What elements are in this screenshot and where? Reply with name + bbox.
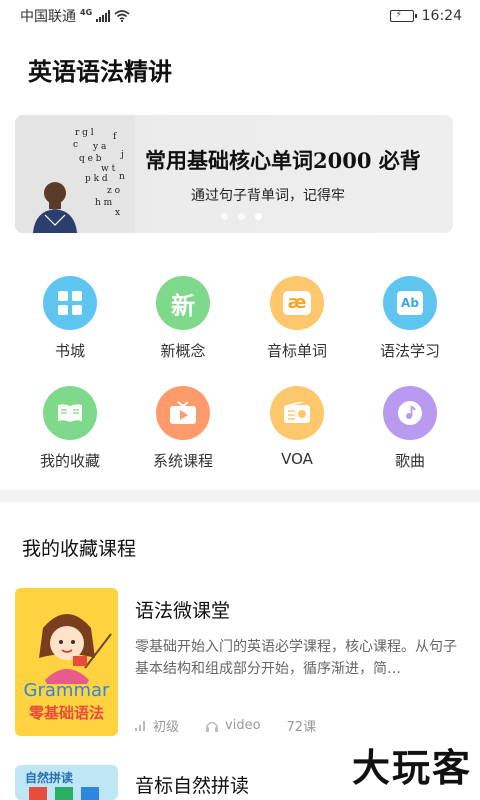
course-cover: 自然拼读 — [15, 765, 118, 800]
svg-text:c: c — [73, 140, 78, 150]
clock: 16:24 — [421, 8, 462, 24]
grid-item-bookstore[interactable]: 书城 — [25, 276, 115, 361]
battery-icon: ⚡ — [389, 10, 417, 22]
ab-book-icon: Ab — [383, 276, 437, 330]
grid-item-grammar[interactable]: Ab 语法学习 — [365, 276, 455, 361]
grid-item-songs[interactable]: 歌曲 — [365, 386, 455, 471]
course-cover: Grammar 零基础语法 — [15, 588, 118, 736]
status-right: ⚡ 16:24 — [389, 8, 462, 24]
section-title: 我的收藏课程 — [22, 538, 137, 560]
xin-icon: 新 — [156, 276, 210, 330]
course-level: 初级 — [153, 720, 180, 735]
banner-subtitle: 通过句子背单词，记得牢 — [191, 188, 345, 204]
svg-text:y a: y a — [92, 142, 107, 152]
grid-label: 语法学习 — [379, 342, 440, 360]
status-bar: 中国联通 4G ⚡ 16:24 — [0, 0, 480, 32]
grid-label: 歌曲 — [394, 452, 425, 470]
banner-title: 常用基础核心单词2000 必背 — [145, 148, 421, 173]
grid-label: 新概念 — [160, 342, 206, 360]
cover-title-cn: 自然拼读 — [25, 771, 74, 785]
carousel-dots — [221, 213, 262, 220]
grid-label: VOA — [281, 450, 313, 468]
course-title: 语法微课堂 — [135, 600, 231, 622]
carrier-name: 中国联通 — [20, 9, 76, 25]
watermark-logo: 大玩客 — [351, 746, 472, 790]
svg-text:h m: h m — [95, 198, 113, 208]
svg-text:p k d: p k d — [85, 174, 108, 184]
radio-icon — [270, 386, 324, 440]
headphones-icon — [206, 721, 219, 732]
carousel-dot[interactable] — [221, 213, 228, 220]
status-left: 中国联通 4G — [20, 6, 130, 26]
carousel-dot-active[interactable] — [255, 213, 262, 220]
promo-banner[interactable]: r g ly aq e b w tp k dz o h mxf jnc 常用基础… — [15, 115, 453, 233]
grid-label: 我的收藏 — [39, 452, 100, 470]
grid-label: 书城 — [54, 342, 85, 360]
grid-label: 音标单词 — [266, 342, 327, 360]
music-disc-icon — [383, 386, 437, 440]
grid-item-phonetics[interactable]: æ 音标单词 — [252, 276, 342, 361]
grid-label: 系统课程 — [152, 452, 213, 470]
open-book-icon — [43, 386, 97, 440]
network-type: 4G — [80, 7, 93, 17]
course-meta: 初级 video 72课 — [135, 716, 316, 735]
course-type: video — [225, 718, 261, 733]
section-divider — [0, 490, 480, 502]
banner-illustration: r g ly aq e b w tp k dz o h mxf jnc — [15, 115, 135, 233]
svg-text:r g l: r g l — [75, 128, 94, 138]
level-bars-icon — [135, 720, 145, 731]
grid-icon — [43, 276, 97, 330]
svg-text:q e b: q e b — [79, 154, 102, 164]
grid-item-voa[interactable]: VOA — [252, 386, 342, 468]
signal-icon — [96, 10, 111, 22]
page-title: 英语语法精讲 — [28, 58, 172, 86]
course-card[interactable]: Grammar 零基础语法 语法微课堂 零基础开始入门的英语必学课程，核心课程。… — [15, 588, 465, 738]
course-title: 音标自然拼读 — [135, 775, 250, 797]
grid-item-my-favorites[interactable]: 我的收藏 — [25, 386, 115, 471]
course-lessons: 72课 — [286, 720, 317, 735]
cover-title-en: Grammar — [23, 680, 110, 701]
svg-text:x: x — [115, 208, 120, 218]
wifi-icon — [114, 10, 130, 22]
grid-item-new-concept[interactable]: 新 新概念 — [138, 276, 228, 361]
course-description: 零基础开始入门的英语必学课程，核心课程。从句子基本结构和组成部分开始，循序渐进，… — [135, 639, 457, 677]
svg-text:z o: z o — [107, 186, 120, 196]
play-tv-icon — [156, 386, 210, 440]
grid-item-system-courses[interactable]: 系统课程 — [138, 386, 228, 471]
carousel-dot[interactable] — [238, 213, 245, 220]
svg-text:n: n — [119, 172, 125, 182]
cover-title-cn: 零基础语法 — [28, 704, 104, 722]
svg-text:w t: w t — [101, 164, 116, 174]
phonetic-ae-icon: æ — [270, 276, 324, 330]
svg-text:j: j — [120, 150, 124, 160]
